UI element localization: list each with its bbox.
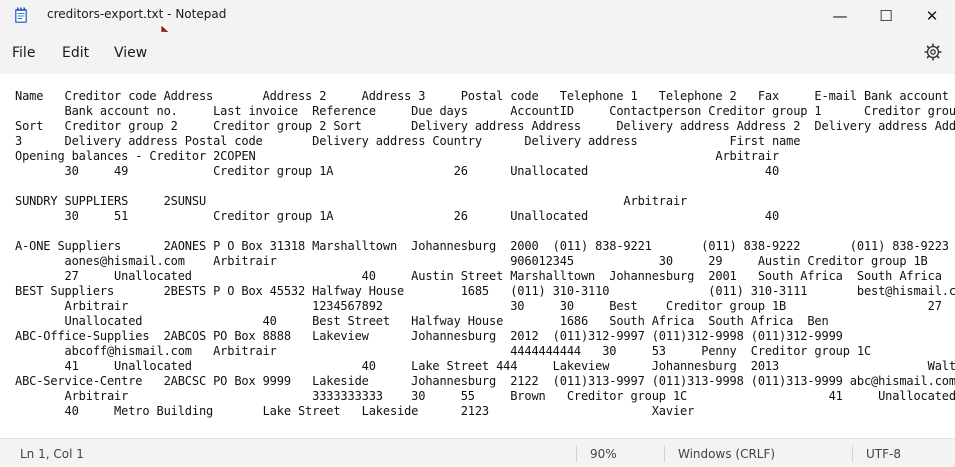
status-divider — [852, 445, 853, 462]
encoding[interactable]: UTF-8 — [866, 447, 901, 461]
close-icon: ✕ — [925, 7, 939, 25]
status-divider — [664, 445, 665, 462]
cursor-position: Ln 1, Col 1 — [20, 447, 84, 461]
menu-edit[interactable]: Edit — [62, 45, 89, 61]
gear-icon[interactable] — [924, 43, 942, 61]
maximize-icon: ☐ — [879, 7, 893, 25]
zoom-level[interactable]: 90% — [590, 447, 617, 461]
notepad-icon — [15, 7, 27, 23]
title-bar[interactable]: creditors-export.txt - Notepad — ☐ ✕ — [0, 0, 955, 49]
status-bar: Ln 1, Col 1 90% Windows (CRLF) UTF-8 — [0, 438, 955, 467]
line-ending[interactable]: Windows (CRLF) — [678, 447, 775, 461]
menu-view[interactable]: View — [114, 45, 147, 61]
menu-bar: File Edit View — [0, 32, 955, 74]
text-editor[interactable]: Name Creditor code Address Address 2 Add… — [0, 74, 955, 438]
status-divider — [576, 445, 577, 462]
editor-content[interactable]: Name Creditor code Address Address 2 Add… — [15, 89, 955, 419]
close-button[interactable]: ✕ — [909, 0, 955, 32]
menu-file[interactable]: File — [12, 45, 35, 61]
window-title: creditors-export.txt - Notepad — [47, 7, 227, 21]
minimize-button[interactable]: — — [817, 0, 863, 32]
minimize-icon: — — [832, 7, 848, 25]
maximize-button[interactable]: ☐ — [863, 0, 909, 32]
